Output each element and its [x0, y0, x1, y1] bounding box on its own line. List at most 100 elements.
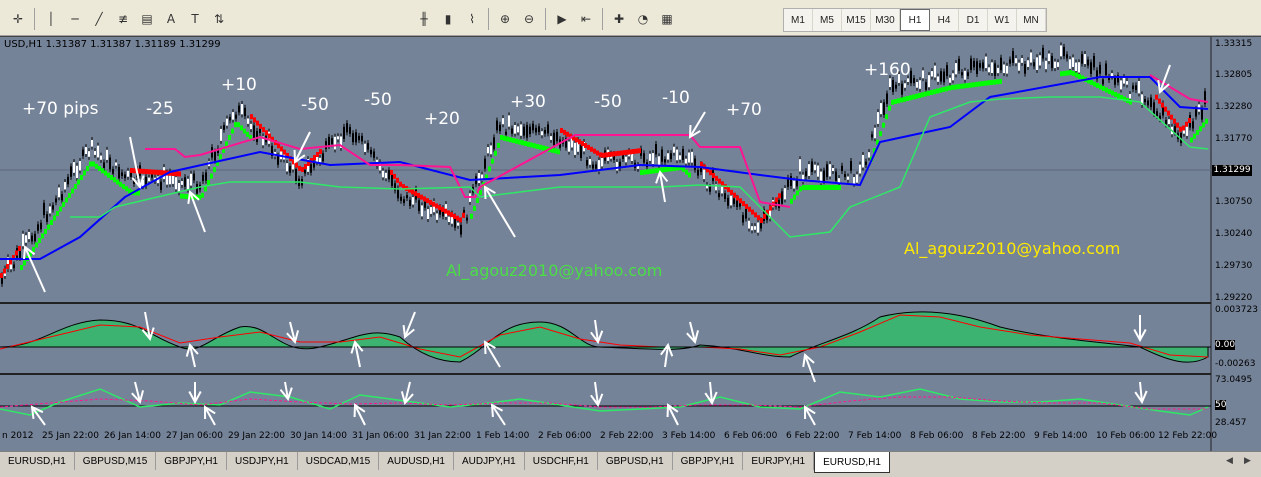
candle-body — [493, 137, 495, 150]
trend-dot — [53, 215, 56, 221]
channel-icon[interactable]: ≢ — [111, 8, 135, 30]
chart-tab[interactable]: USDCHF,H1 — [525, 452, 598, 470]
trend-dot — [963, 83, 966, 89]
zoom-in-icon[interactable]: ⊕ — [493, 8, 517, 30]
candle-body — [487, 147, 489, 154]
timeframe-mn[interactable]: MN — [1017, 9, 1046, 31]
trend-dot — [978, 81, 981, 87]
trend-dot — [688, 172, 691, 178]
bar-chart-icon[interactable]: ╫ — [412, 8, 436, 30]
timeframe-w1[interactable]: W1 — [988, 9, 1017, 31]
candle-body — [352, 133, 354, 143]
trendline-icon[interactable]: ╱ — [87, 8, 111, 30]
trend-dot — [470, 213, 473, 219]
chart-tab[interactable]: EURUSD,H1 — [814, 452, 890, 473]
trend-dot — [635, 148, 638, 154]
trend-dot — [575, 137, 578, 143]
trend-dot — [638, 148, 641, 154]
candle-body — [601, 157, 603, 167]
zoom-out-icon[interactable]: ⊖ — [517, 8, 541, 30]
trend-dot — [566, 131, 569, 137]
crosshair-icon[interactable]: ✛ — [6, 8, 30, 30]
candle-body — [178, 183, 180, 193]
candle-body — [826, 164, 828, 178]
line-chart-icon[interactable]: ⌇ — [460, 8, 484, 30]
candle-body — [733, 198, 735, 204]
indicators-icon[interactable]: ✚ — [607, 8, 631, 30]
horizontal-line-icon[interactable]: ─ — [63, 8, 87, 30]
trend-dot — [984, 80, 987, 86]
candle-body — [367, 143, 369, 150]
chart-tab[interactable]: USDJPY,H1 — [227, 452, 298, 470]
trend-dot — [259, 123, 262, 129]
chart-tab[interactable]: GBPUSD,H1 — [598, 452, 673, 470]
candle-body — [934, 65, 936, 78]
candle-body — [919, 80, 921, 89]
candle-body — [1039, 55, 1041, 66]
candle-body — [250, 123, 252, 130]
time-label: 2 Feb 22:00 — [600, 431, 654, 441]
timeframe-m30[interactable]: M30 — [871, 9, 900, 31]
trend-dot — [590, 146, 593, 152]
candle-body — [652, 153, 654, 165]
timeframe-h1[interactable]: H1 — [900, 9, 930, 31]
autoscroll-icon[interactable]: ▶ — [550, 8, 574, 30]
chart-tab[interactable]: GBPUSD,M15 — [75, 452, 157, 470]
chart-tab[interactable]: GBPJPY,H1 — [673, 452, 744, 470]
trend-dot — [1096, 83, 1099, 88]
trend-dot — [506, 136, 509, 142]
timeframe-d1[interactable]: D1 — [959, 9, 988, 31]
candle-body — [1048, 53, 1050, 62]
chart-tab[interactable]: EURJPY,H1 — [743, 452, 815, 470]
trend-dot — [823, 185, 826, 190]
price-scale[interactable]: 1.33315 1.32805 1.32280 1.31770 1.30750 1.302… — [1211, 37, 1261, 451]
chart-tab[interactable]: AUDUSD,H1 — [379, 452, 454, 470]
text-icon[interactable]: A — [159, 8, 183, 30]
candle-body — [88, 151, 90, 157]
candle-body — [631, 153, 633, 161]
trend-dot — [885, 114, 888, 120]
candle-body — [73, 162, 75, 173]
time-label: 29 Jan 22:00 — [228, 431, 285, 441]
candle-body — [424, 201, 426, 208]
timeframe-m5[interactable]: M5 — [813, 9, 842, 31]
chart-tab[interactable]: USDCAD,M15 — [298, 452, 380, 470]
arrows-icon[interactable]: ⇅ — [207, 8, 231, 30]
trend-dot — [509, 137, 512, 143]
timeframe-m1[interactable]: M1 — [784, 9, 813, 31]
chart-tab[interactable]: AUDJPY,H1 — [454, 452, 525, 470]
trend-dot — [32, 247, 35, 252]
vertical-line-icon[interactable]: │ — [39, 8, 63, 30]
candlestick-icon[interactable]: ▮ — [436, 8, 460, 30]
trend-dot — [655, 168, 658, 174]
fibonacci-icon[interactable]: ▤ — [135, 8, 159, 30]
timeframe-m15[interactable]: M15 — [842, 9, 871, 31]
trend-dot — [231, 128, 234, 134]
trend-dot — [145, 169, 148, 175]
candle-body — [97, 145, 99, 158]
trend-dot — [584, 143, 587, 148]
trend-dot — [414, 191, 417, 197]
trend-dot — [280, 146, 283, 152]
trend-dot — [817, 185, 820, 190]
candle-body — [1156, 111, 1158, 117]
candle-body — [982, 62, 984, 69]
trend-dot — [975, 81, 978, 87]
trend-dot — [125, 186, 128, 192]
candle-body — [127, 170, 129, 177]
candle-body — [550, 136, 552, 140]
chart-shift-icon[interactable]: ⇤ — [574, 8, 598, 30]
candle-body — [553, 132, 555, 146]
timeframe-h4[interactable]: H4 — [930, 9, 959, 31]
tab-scroll-right-icon[interactable]: ▶ — [1244, 455, 1251, 466]
periods-icon[interactable]: ◔ — [631, 8, 655, 30]
chart-area[interactable]: USD,H1 1.31387 1.31387 1.31189 1.31299 1… — [0, 36, 1261, 451]
tab-scroll-left-icon[interactable]: ◀ — [1226, 455, 1233, 466]
candle-body — [1174, 126, 1176, 133]
candle-body — [286, 163, 288, 172]
trend-dot — [987, 80, 990, 86]
chart-tab[interactable]: EURUSD,H1 — [0, 452, 75, 470]
templates-icon[interactable]: ▦ — [655, 8, 679, 30]
text-label-icon[interactable]: T — [183, 8, 207, 30]
chart-tab[interactable]: GBPJPY,H1 — [156, 452, 227, 470]
